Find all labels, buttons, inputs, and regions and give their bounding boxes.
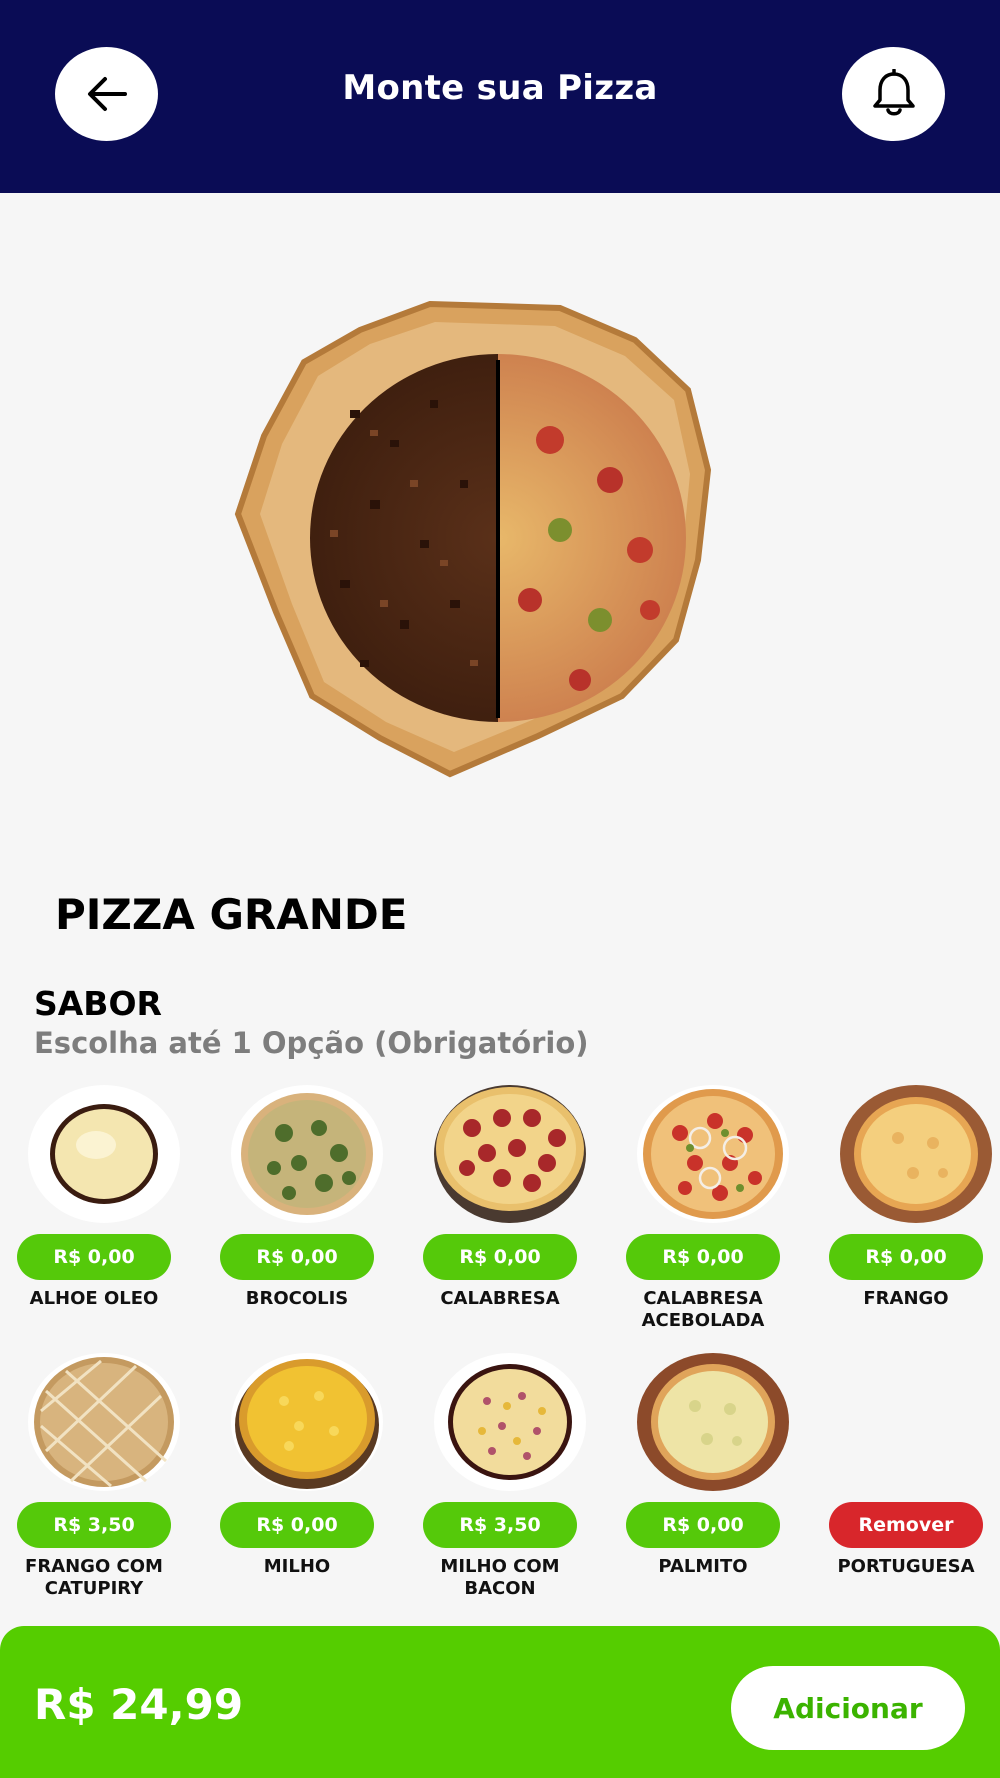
flavor-name: MILHO COM BACON bbox=[440, 1556, 560, 1599]
flavor-card-frango-com-catupiry[interactable]: R$ 3,50 FRANGO COM CATUPIRY bbox=[16, 1351, 186, 1619]
flavor-name: FRANGO COM CATUPIRY bbox=[25, 1556, 163, 1599]
price-badge[interactable]: R$ 0,00 bbox=[626, 1502, 780, 1548]
notifications-button[interactable] bbox=[842, 47, 945, 141]
pizza-calabresa-acebolada-image bbox=[637, 1085, 789, 1223]
flavor-name: MILHO bbox=[263, 1556, 331, 1577]
pizza-milho-image bbox=[231, 1353, 383, 1491]
flavor-card-milho[interactable]: R$ 0,00 MILHO bbox=[219, 1351, 389, 1619]
flavor-section-title: SABOR bbox=[34, 984, 162, 1023]
price-badge[interactable]: R$ 0,00 bbox=[17, 1234, 171, 1280]
total-price: R$ 24,99 bbox=[34, 1680, 244, 1729]
product-title: PIZZA GRANDE bbox=[55, 890, 408, 939]
flavor-name: BROCOLIS bbox=[245, 1288, 349, 1309]
pizza-milho-com-bacon-image bbox=[434, 1353, 586, 1491]
price-badge[interactable]: R$ 3,50 bbox=[423, 1502, 577, 1548]
flavor-name: PALMITO bbox=[658, 1556, 748, 1577]
footer-bar: R$ 24,99 Adicionar bbox=[0, 1626, 1000, 1778]
pizza-palmito-image bbox=[637, 1353, 789, 1491]
flavor-card-calabresa-acebolada[interactable]: R$ 0,00 CALABRESA ACEBOLADA bbox=[625, 1083, 795, 1351]
app-header: Monte sua Pizza bbox=[0, 0, 1000, 193]
flavor-name: CALABRESA bbox=[440, 1288, 560, 1309]
price-badge[interactable]: R$ 0,00 bbox=[626, 1234, 780, 1280]
flavor-card-frango[interactable]: R$ 0,00 FRANGO bbox=[828, 1083, 998, 1351]
price-badge[interactable]: R$ 0,00 bbox=[829, 1234, 983, 1280]
flavor-name: ALHOE OLEO bbox=[29, 1288, 159, 1309]
flavor-card-milho-com-bacon[interactable]: R$ 3,50 MILHO COM BACON bbox=[422, 1351, 592, 1619]
flavor-card-brocolis[interactable]: R$ 0,00 BROCOLIS bbox=[219, 1083, 389, 1351]
pizza-alhoe-oleo-image bbox=[28, 1085, 180, 1223]
flavor-card-alhoe-oleo[interactable]: R$ 0,00 ALHOE OLEO bbox=[16, 1083, 186, 1351]
pizza-preview-image bbox=[230, 300, 770, 780]
bell-icon bbox=[872, 69, 915, 116]
pizza-frango-com-catupiry-image bbox=[28, 1353, 180, 1491]
price-badge[interactable]: R$ 0,00 bbox=[423, 1234, 577, 1280]
add-button[interactable]: Adicionar bbox=[731, 1666, 965, 1750]
price-badge[interactable]: R$ 0,00 bbox=[220, 1234, 374, 1280]
flavor-section-subtitle: Escolha até 1 Opção (Obrigatório) bbox=[34, 1026, 589, 1060]
flavor-card-palmito[interactable]: R$ 0,00 PALMITO bbox=[625, 1351, 795, 1619]
flavor-name: PORTUGUESA bbox=[837, 1556, 975, 1577]
remove-button[interactable]: Remover bbox=[829, 1502, 983, 1548]
flavor-card-portuguesa[interactable]: Remover PORTUGUESA bbox=[828, 1351, 998, 1619]
flavor-name: FRANGO bbox=[863, 1288, 949, 1309]
pizza-calabresa-image bbox=[434, 1085, 586, 1223]
price-badge[interactable]: R$ 3,50 bbox=[17, 1502, 171, 1548]
pizza-brocolis-image bbox=[231, 1085, 383, 1223]
pizza-frango-image bbox=[840, 1085, 992, 1223]
price-badge[interactable]: R$ 0,00 bbox=[220, 1502, 374, 1548]
flavor-card-calabresa[interactable]: R$ 0,00 CALABRESA bbox=[422, 1083, 592, 1351]
flavor-name: CALABRESA ACEBOLADA bbox=[641, 1288, 765, 1331]
